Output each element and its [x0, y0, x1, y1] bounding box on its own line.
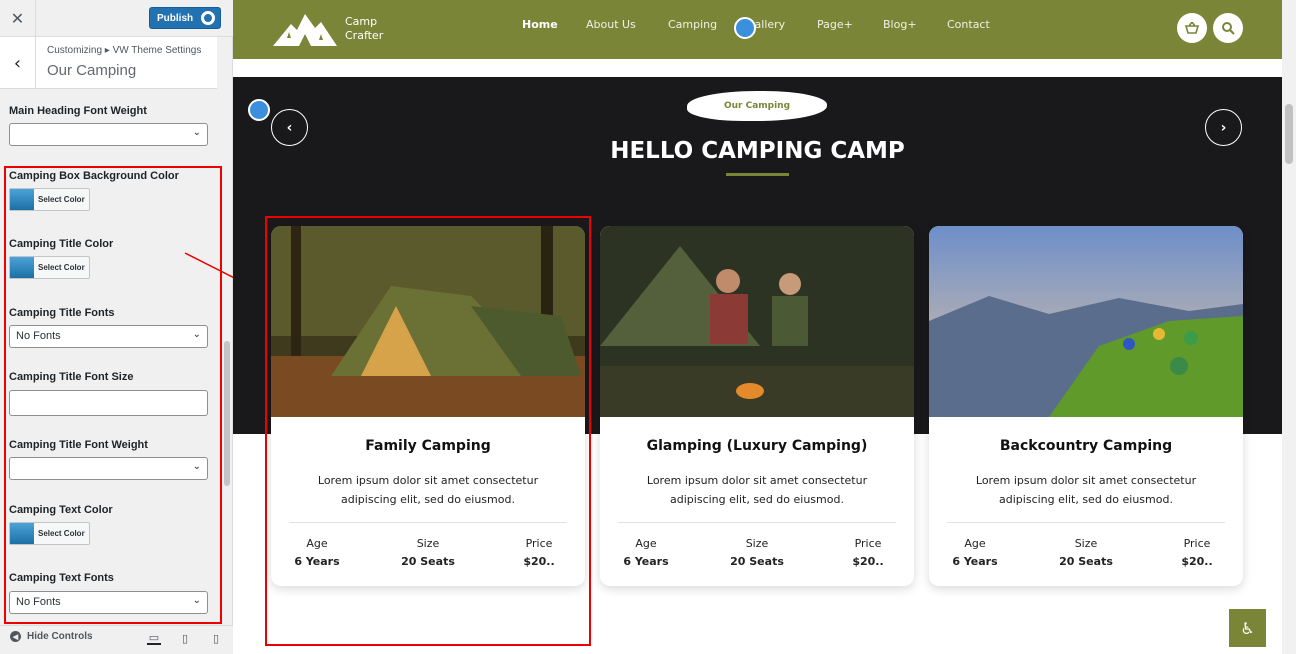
camping-title-font-size-input[interactable] [9, 390, 208, 416]
desktop-preview-button[interactable]: ▭ [147, 631, 161, 645]
camping-text-color-label: Camping Text Color [9, 504, 113, 516]
search-button[interactable] [1213, 13, 1243, 43]
camping-title-fonts-select[interactable]: No Fonts ⌄ [9, 325, 208, 348]
stat-value: $20.. [852, 555, 884, 568]
desktop-icon: ▭ [148, 630, 160, 644]
card-title: Backcountry Camping [999, 438, 1173, 454]
select-value: No Fonts [16, 596, 61, 608]
pencil-icon[interactable] [248, 99, 270, 121]
search-icon [1221, 21, 1235, 35]
card-size: Size 20 Seats [717, 537, 797, 568]
section-tag: Our Camping [687, 91, 827, 121]
stat-value: $20.. [1181, 555, 1213, 568]
site-header: Camp Crafter Home About Us Camping Galle… [233, 0, 1282, 59]
glamping-couple-image [600, 226, 914, 417]
stat-value: 6 Years [952, 555, 998, 568]
chevron-down-icon: ⌄ [192, 329, 201, 340]
chevron-left-icon: ◀ [10, 631, 21, 642]
card-description: Lorem ipsum dolor sit amet consectetur a… [646, 474, 868, 506]
stat-value: 20 Seats [730, 555, 784, 568]
stat-value: 20 Seats [1059, 555, 1113, 568]
hide-controls-button[interactable]: ◀ Hide Controls [10, 631, 93, 642]
preview-scrollbar[interactable] [1282, 0, 1296, 654]
menu-blog[interactable]: Blog+ [883, 18, 917, 31]
menu-home[interactable]: Home [522, 18, 558, 31]
next-slide-button[interactable]: › [1205, 109, 1242, 146]
scrollbar-thumb[interactable] [224, 341, 230, 486]
stat-label: Age [964, 537, 986, 550]
pencil-icon[interactable] [734, 17, 756, 39]
color-swatch [10, 523, 34, 544]
card-price: Price $20.. [828, 537, 908, 568]
stat-label: Size [1074, 537, 1098, 550]
menu-about-us[interactable]: About Us [586, 18, 636, 31]
chevron-down-icon: ⌄ [192, 595, 201, 606]
mountain-tents-image [929, 226, 1243, 417]
select-color-label: Select Color [38, 529, 85, 538]
logo-tent-icon[interactable] [271, 10, 339, 48]
divider [947, 522, 1225, 523]
stat-label: Price [1183, 537, 1211, 550]
stat-label: Size [745, 537, 769, 550]
accessibility-icon: ♿ [1240, 618, 1255, 638]
select-value: No Fonts [16, 330, 61, 342]
tablet-icon: ▯ [181, 631, 189, 645]
menu-contact[interactable]: Contact [947, 18, 990, 31]
card-size: Size 20 Seats [1046, 537, 1126, 568]
section-heading: HELLO CAMPING CAMP [610, 138, 905, 164]
accessibility-button[interactable]: ♿ [1229, 609, 1266, 647]
camping-text-fonts-label: Camping Text Fonts [9, 572, 114, 584]
mobile-icon: ▯ [212, 631, 220, 645]
card-description: Lorem ipsum dolor sit amet consectetur a… [975, 474, 1197, 506]
customizer-footer: ◀ Hide Controls ▭ ▯ ▯ [0, 625, 233, 654]
hide-controls-label: Hide Controls [27, 631, 93, 642]
site-preview: Camp Crafter Home About Us Camping Galle… [233, 0, 1282, 654]
mobile-preview-button[interactable]: ▯ [209, 631, 223, 645]
annotation-highlight-box [265, 216, 591, 646]
site-logo-text[interactable]: Camp Crafter [345, 15, 383, 43]
camping-card[interactable]: Backcountry Camping Lorem ipsum dolor si… [929, 226, 1243, 586]
camping-title-font-size-label: Camping Title Font Size [9, 371, 134, 383]
prev-slide-button[interactable]: ‹ [271, 109, 308, 146]
camping-title-font-weight-label: Camping Title Font Weight [9, 439, 148, 451]
tablet-preview-button[interactable]: ▯ [178, 631, 192, 645]
logo-line-2: Crafter [345, 29, 384, 42]
cart-button[interactable] [1177, 13, 1207, 43]
logo-line-1: Camp [345, 15, 378, 28]
stat-value: 6 Years [623, 555, 669, 568]
card-age: Age 6 Years [606, 537, 686, 568]
chevron-right-icon: › [1220, 119, 1227, 136]
basket-icon [1185, 22, 1199, 34]
menu-page[interactable]: Page+ [817, 18, 853, 31]
card-title: Glamping (Luxury Camping) [646, 438, 868, 454]
divider [618, 522, 896, 523]
menu-camping[interactable]: Camping [668, 18, 717, 31]
card-age: Age 6 Years [935, 537, 1015, 568]
chevron-down-icon: ⌄ [192, 461, 201, 472]
heading-underline [726, 173, 789, 176]
camping-text-fonts-select[interactable]: No Fonts ⌄ [9, 591, 208, 614]
stat-label: Age [635, 537, 657, 550]
chevron-left-icon: ‹ [286, 119, 293, 136]
card-price: Price $20.. [1157, 537, 1237, 568]
stat-label: Price [854, 537, 882, 550]
camping-card[interactable]: Glamping (Luxury Camping) Lorem ipsum do… [600, 226, 914, 586]
camping-title-font-weight-select[interactable]: ⌄ [9, 457, 208, 480]
camping-text-color-button[interactable]: Select Color [9, 522, 90, 545]
scrollbar-thumb[interactable] [1285, 104, 1293, 164]
